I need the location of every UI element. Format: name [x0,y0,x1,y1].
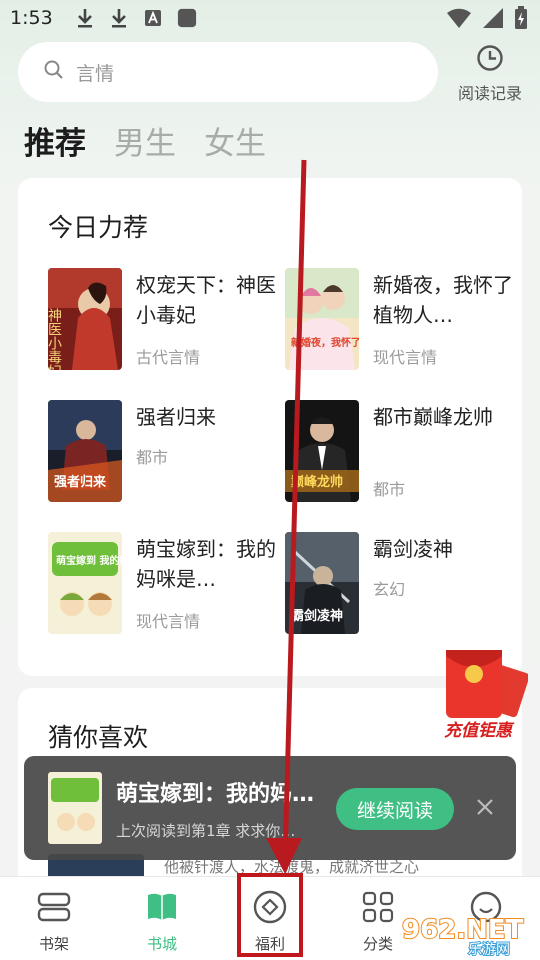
book-title: 都市巅峰龙帅 [373,405,493,429]
book-title: 霸剑凌神 [373,537,453,561]
search-placeholder: 言情 [76,62,115,85]
tab-female[interactable]: 女生 [204,118,266,163]
nav-label: 书架 [38,935,69,953]
book-title: 权宠天下：神医小毒妃 [136,273,276,327]
nav-bookstore[interactable]: 书城 [108,877,216,960]
signal-icon [482,7,504,33]
book-item[interactable]: 新婚夜，我怀了植物人的孩子 新婚夜，我怀了植物人… 现代言情 [285,268,515,372]
continue-book-title: 萌宝嫁到：我的妈… [116,782,315,807]
book-item[interactable]: 神医小毒妃 权宠天下：神医小毒妃 古代言情 [48,268,278,372]
bookshelf-icon [36,889,72,925]
search-bar[interactable]: 言情 [18,42,438,102]
book-cover: 神医小毒妃 [48,268,122,370]
search-icon [44,60,64,84]
nav-bookshelf[interactable]: 书架 [0,877,108,960]
today-recommend-card: 今日力荐 神医小毒妃 权宠天下：神医小毒妃 古代言情 [18,178,522,676]
recharge-promo[interactable]: 充值钜惠 [428,644,530,744]
continue-reading-button[interactable]: 继续阅读 [336,788,454,830]
text-badge-icon [143,8,163,28]
cover-text: 巅峰龙帅 [291,474,343,490]
book-genre: 古代言情 [136,348,201,367]
cover-text: 萌宝嫁到 我的妈咪是大佬 [56,554,122,567]
reading-history-label: 阅读记录 [457,84,522,103]
highlight-box [237,873,303,957]
continue-reading-banner[interactable]: 萌宝嫁到：我的妈… 上次阅读到第1章 求求你… 继续阅读 [24,756,516,860]
book-cover: 强者归来 [48,400,122,502]
book-item[interactable]: 巅峰龙帅 都市巅峰龙帅 都市 [285,400,515,504]
reading-history-button[interactable]: 阅读记录 [450,44,530,104]
grid-icon [360,889,396,925]
wifi-icon [446,7,472,33]
close-icon[interactable] [474,796,496,818]
book-item[interactable]: 霸剑凌神 霸剑凌神 玄幻 [285,532,515,636]
clock-icon [476,45,504,76]
cover-text: 新婚夜，我怀了植物人的孩子 [291,336,359,349]
book-genre: 现代言情 [136,612,201,631]
site-watermark-logo: 962.NET 乐游网 [398,908,538,959]
tab-male[interactable]: 男生 [114,118,176,163]
book-cover: 霸剑凌神 [285,532,359,634]
battery-icon [514,6,528,34]
cover-text: 霸剑凌神 [291,608,343,624]
book-cover: 巅峰龙帅 [285,400,359,502]
watermark-text: 962.NET [402,915,524,945]
watermark-sub: 乐游网 [468,942,510,956]
book-cover: 萌宝嫁到 我的妈咪是大佬 [48,532,122,634]
book-genre: 现代言情 [373,348,438,367]
continue-progress: 上次阅读到第1章 求求你… [116,822,296,840]
book-genre: 玄幻 [373,580,406,599]
book-item[interactable]: 强者归来 强者归来 都市 [48,400,278,504]
nav-label: 书城 [146,935,177,953]
book-genre: 都市 [136,448,169,467]
cover-text: 强者归来 [54,474,107,490]
book-cover: 新婚夜，我怀了植物人的孩子 [285,268,359,370]
status-time: 1:53 [10,7,53,29]
channel-tabs: 推荐 男生 女生 [24,118,266,163]
book-open-icon [144,889,180,925]
cover-text: 神医小毒妃 [48,308,62,370]
download-icon [75,8,95,28]
recharge-promo-label: 充值钜惠 [444,721,515,741]
section-title: 今日力荐 [48,213,149,242]
status-bar: 1:53 [0,0,540,36]
book-genre: 都市 [373,480,406,499]
book-title: 强者归来 [136,405,216,429]
book-title: 萌宝嫁到：我的妈咪是… [136,537,276,591]
book-item[interactable]: 萌宝嫁到 我的妈咪是大佬 萌宝嫁到：我的妈咪是… 现代言情 [48,532,278,636]
nav-label: 分类 [362,935,393,953]
book-title: 新婚夜，我怀了植物人… [373,273,513,327]
download-icon [109,8,129,28]
book-cover [48,772,102,844]
section-title: 猜你喜欢 [48,723,149,752]
app-notification-icon [177,8,197,28]
tab-recommend[interactable]: 推荐 [24,118,86,163]
